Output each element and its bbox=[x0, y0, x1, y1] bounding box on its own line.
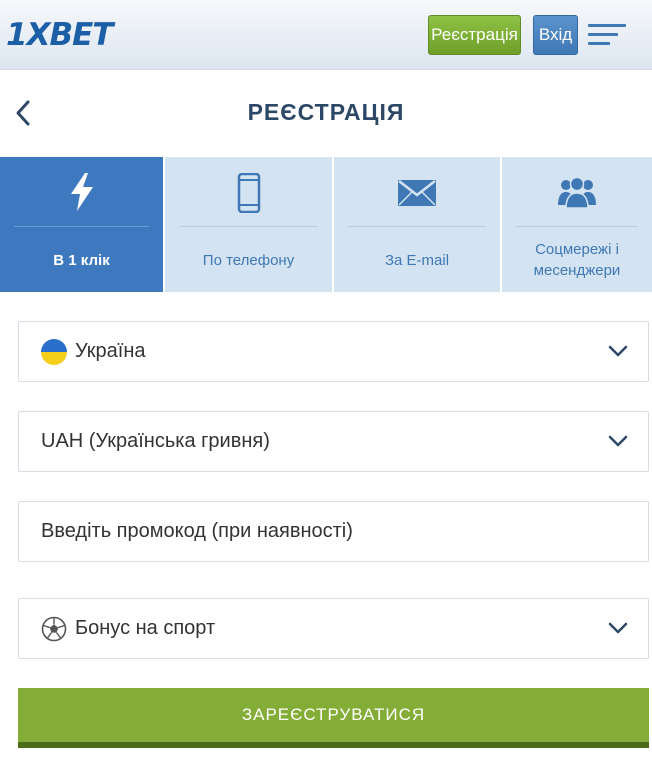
country-select[interactable]: Україна bbox=[18, 321, 649, 382]
tab-divider bbox=[14, 226, 149, 227]
tab-social-messengers[interactable]: Соцмережі і месенджери bbox=[502, 157, 652, 292]
tab-one-click[interactable]: В 1 клік bbox=[0, 157, 165, 292]
top-header: 1XBET Реєстрація Вхід bbox=[0, 0, 652, 70]
registration-method-tabs: В 1 клік По телефону За E-mail Соцмережі… bbox=[0, 157, 652, 292]
brand-logo[interactable]: 1XBET bbox=[6, 15, 113, 55]
hamburger-menu-icon[interactable] bbox=[588, 24, 626, 46]
bonus-value: Бонус на спорт bbox=[75, 617, 216, 639]
phone-icon bbox=[237, 172, 261, 218]
currency-select[interactable]: UAH (Українська гривня) bbox=[18, 411, 649, 472]
tab-label: В 1 клік bbox=[53, 251, 110, 269]
ukraine-flag-icon bbox=[41, 339, 67, 365]
promo-code-placeholder: Введіть промокод (при наявності) bbox=[41, 520, 353, 542]
country-value: Україна bbox=[75, 340, 146, 362]
envelope-icon bbox=[397, 179, 437, 212]
promo-code-input[interactable]: Введіть промокод (при наявності) bbox=[18, 501, 649, 562]
chevron-down-icon bbox=[608, 621, 628, 635]
back-arrow-icon[interactable] bbox=[12, 98, 36, 128]
tab-divider bbox=[516, 226, 638, 227]
tab-label: За E-mail bbox=[384, 251, 450, 269]
tab-label: Соцмережі і месенджери bbox=[533, 241, 621, 279]
register-button[interactable]: Реєстрація bbox=[428, 15, 521, 55]
page-title: РЕЄСТРАЦІЯ bbox=[247, 99, 405, 125]
submit-register-button[interactable]: ЗАРЕЄСТРУВАТИСЯ bbox=[18, 688, 649, 748]
tab-label: По телефону bbox=[202, 251, 295, 269]
tab-by-phone[interactable]: По телефону bbox=[165, 157, 334, 292]
tab-divider bbox=[179, 226, 318, 227]
lightning-icon bbox=[69, 173, 95, 216]
bonus-select[interactable]: Бонус на спорт bbox=[18, 598, 649, 659]
tab-by-email[interactable]: За E-mail bbox=[334, 157, 502, 292]
login-button[interactable]: Вхід bbox=[533, 15, 578, 55]
chevron-down-icon bbox=[608, 434, 628, 448]
soccer-ball-icon bbox=[41, 616, 67, 642]
tab-divider bbox=[348, 226, 486, 227]
chevron-down-icon bbox=[608, 344, 628, 358]
currency-value: UAH (Українська гривня) bbox=[41, 430, 270, 452]
users-icon bbox=[557, 175, 597, 214]
